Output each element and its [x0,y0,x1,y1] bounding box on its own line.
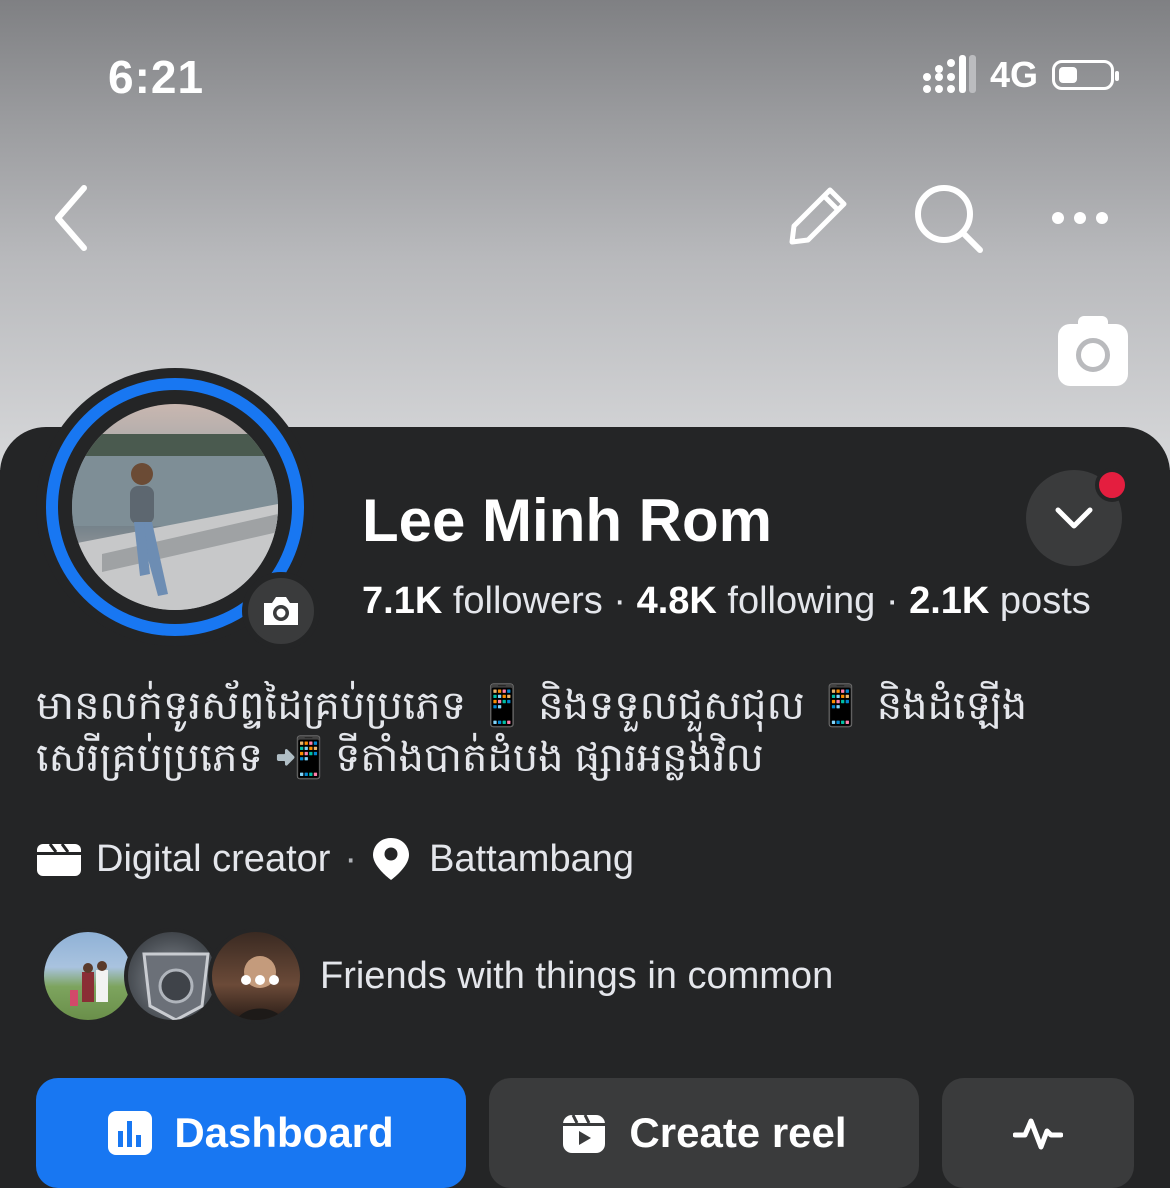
status-time: 6:21 [108,51,205,103]
briefcase-icon [37,843,81,876]
location-pin-icon [373,838,410,880]
dashboard-label: Dashboard [174,1109,394,1156]
friends-text: Friends with things in common [320,954,834,997]
back-icon[interactable] [50,180,94,256]
category-text: Digital creator [96,837,331,880]
network-type: 4G [989,54,1038,95]
friend-avatar [124,928,220,1024]
create-reel-label: Create reel [629,1109,847,1156]
signal-icon [922,55,976,93]
avatar-photo [72,404,278,610]
followers-count[interactable]: 7.1K [362,580,442,622]
mutual-friends[interactable]: Friends with things in common [40,928,833,1024]
bio-line: សេរីគ្រប់ប្រភេទ 📲 ទីតាំងបាត់ដំបង ផ្សារអន… [36,736,764,780]
followers-label[interactable]: followers [453,580,603,622]
profile-name: Lee Minh Rom [362,487,773,554]
friend-avatar [40,928,136,1024]
separator: · [344,837,358,880]
following-label[interactable]: following [727,580,875,622]
friend-avatar [208,928,304,1024]
camera-icon [1076,338,1110,372]
search-icon[interactable] [912,182,984,254]
avatar-camera-button[interactable] [242,572,320,650]
profile-details: Digital creator · Battambang [36,836,634,882]
bio-line: មានលក់ទូរស័ព្ទដៃគ្រប់ប្រភេទ 📱 និងទទួលជួស… [36,684,1028,728]
profile-stats: 7.1K followers · 4.8K following · 2.1K p… [362,580,1091,622]
create-reel-button[interactable]: Create reel [489,1078,919,1188]
notification-dot [1095,468,1129,502]
dashboard-button[interactable]: Dashboard [36,1078,466,1188]
status-bar-right: 4G [922,54,1119,96]
camera-icon [264,597,298,625]
location-text[interactable]: Battambang [429,838,634,881]
posts-label: posts [999,580,1091,622]
cover-camera-button[interactable] [1058,316,1128,386]
activity-button[interactable] [942,1078,1134,1188]
dashboard-icon [108,1111,153,1155]
reel-icon [563,1114,606,1153]
activity-icon [1013,1118,1063,1150]
following-count[interactable]: 4.8K [637,580,717,622]
more-icon[interactable] [1050,206,1110,230]
posts-count: 2.1K [909,580,990,622]
edit-icon[interactable] [782,182,852,252]
profile-bio: មានលក់ទូរស័ព្ទដៃគ្រប់ប្រភេទ 📱 និងទទួលជួស… [36,680,1146,784]
battery-icon [1052,60,1119,90]
